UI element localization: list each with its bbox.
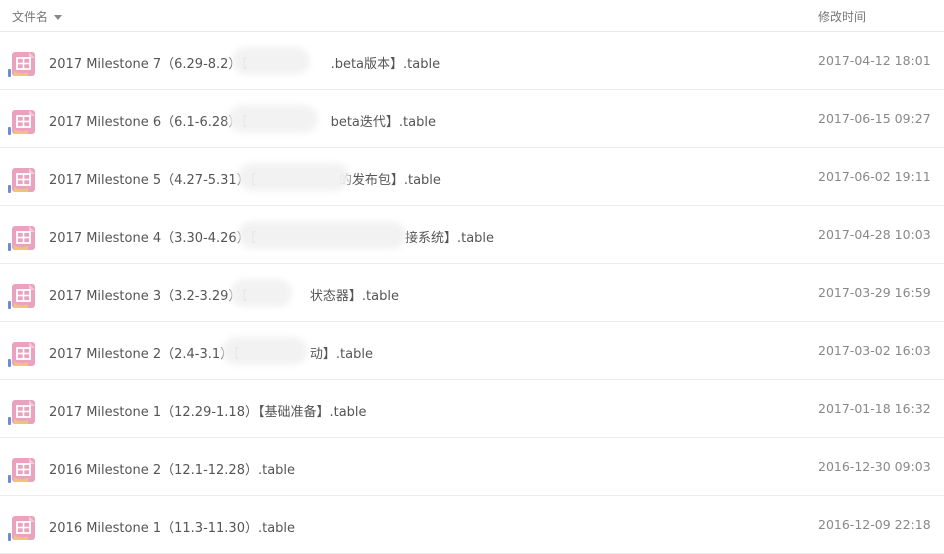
spreadsheet-file-icon xyxy=(8,107,38,137)
redacted-text-blur xyxy=(222,337,308,365)
sort-caret-down-icon[interactable] xyxy=(54,14,63,20)
filename-column-header[interactable]: 文件名 xyxy=(12,8,63,25)
file-modified-time: 2017-04-28 10:03 xyxy=(818,227,931,242)
file-list-header: 文件名 修改时间 xyxy=(0,0,944,32)
file-row[interactable]: 2017 Milestone 3（3.2-3.29）【 状态器】.table 2… xyxy=(0,264,944,322)
file-modified-time: 2016-12-09 22:18 xyxy=(818,517,931,532)
redacted-text-blur xyxy=(230,279,292,307)
spreadsheet-file-icon xyxy=(8,49,38,79)
file-name[interactable]: 2016 Milestone 1（11.3-11.30）.table xyxy=(49,517,295,536)
file-row[interactable]: 2017 Milestone 7（6.29-8.2）【 .beta版本】.tab… xyxy=(0,32,944,90)
modified-time-column-header[interactable]: 修改时间 xyxy=(818,8,866,25)
spreadsheet-file-icon xyxy=(8,513,38,543)
file-modified-time: 2017-04-12 18:01 xyxy=(818,53,931,68)
file-name[interactable]: 2017 Milestone 2（2.4-3.1）【 动】.table xyxy=(49,343,373,362)
redacted-text-blur xyxy=(228,105,318,133)
file-row[interactable]: 2017 Milestone 6（6.1-6.28）【 beta迭代】.tabl… xyxy=(0,90,944,148)
redacted-text-blur xyxy=(232,47,310,75)
spreadsheet-file-icon xyxy=(8,165,38,195)
file-row[interactable]: 2017 Milestone 5（4.27-5.31）【 的发布包】.table… xyxy=(0,148,944,206)
file-row[interactable]: 2017 Milestone 4（3.30-4.26）【 接系统】.table … xyxy=(0,206,944,264)
spreadsheet-file-icon xyxy=(8,339,38,369)
file-modified-time: 2017-03-02 16:03 xyxy=(818,343,931,358)
file-modified-time: 2016-12-30 09:03 xyxy=(818,459,931,474)
file-list: 2017 Milestone 7（6.29-8.2）【 .beta版本】.tab… xyxy=(0,32,944,554)
filename-column-label: 文件名 xyxy=(12,10,49,24)
spreadsheet-file-icon xyxy=(8,281,38,311)
file-modified-time: 2017-06-02 19:11 xyxy=(818,169,931,184)
file-row[interactable]: 2016 Milestone 1（11.3-11.30）.table 2016-… xyxy=(0,496,944,554)
file-modified-time: 2017-03-29 16:59 xyxy=(818,285,931,300)
redacted-text-blur xyxy=(238,221,406,249)
file-row[interactable]: 2016 Milestone 2（12.1-12.28）.table 2016-… xyxy=(0,438,944,496)
spreadsheet-file-icon xyxy=(8,397,38,427)
spreadsheet-file-icon xyxy=(8,223,38,253)
file-row[interactable]: 2017 Milestone 1（12.29-1.18）【基础准备】.table… xyxy=(0,380,944,438)
file-row[interactable]: 2017 Milestone 2（2.4-3.1）【 动】.table 2017… xyxy=(0,322,944,380)
file-name[interactable]: 2016 Milestone 2（12.1-12.28）.table xyxy=(49,459,295,478)
file-modified-time: 2017-01-18 16:32 xyxy=(818,401,931,416)
file-modified-time: 2017-06-15 09:27 xyxy=(818,111,931,126)
redacted-text-blur xyxy=(238,163,350,191)
file-name[interactable]: 2017 Milestone 3（3.2-3.29）【 状态器】.table xyxy=(49,285,399,304)
file-name[interactable]: 2017 Milestone 1（12.29-1.18）【基础准备】.table xyxy=(49,401,367,420)
spreadsheet-file-icon xyxy=(8,455,38,485)
